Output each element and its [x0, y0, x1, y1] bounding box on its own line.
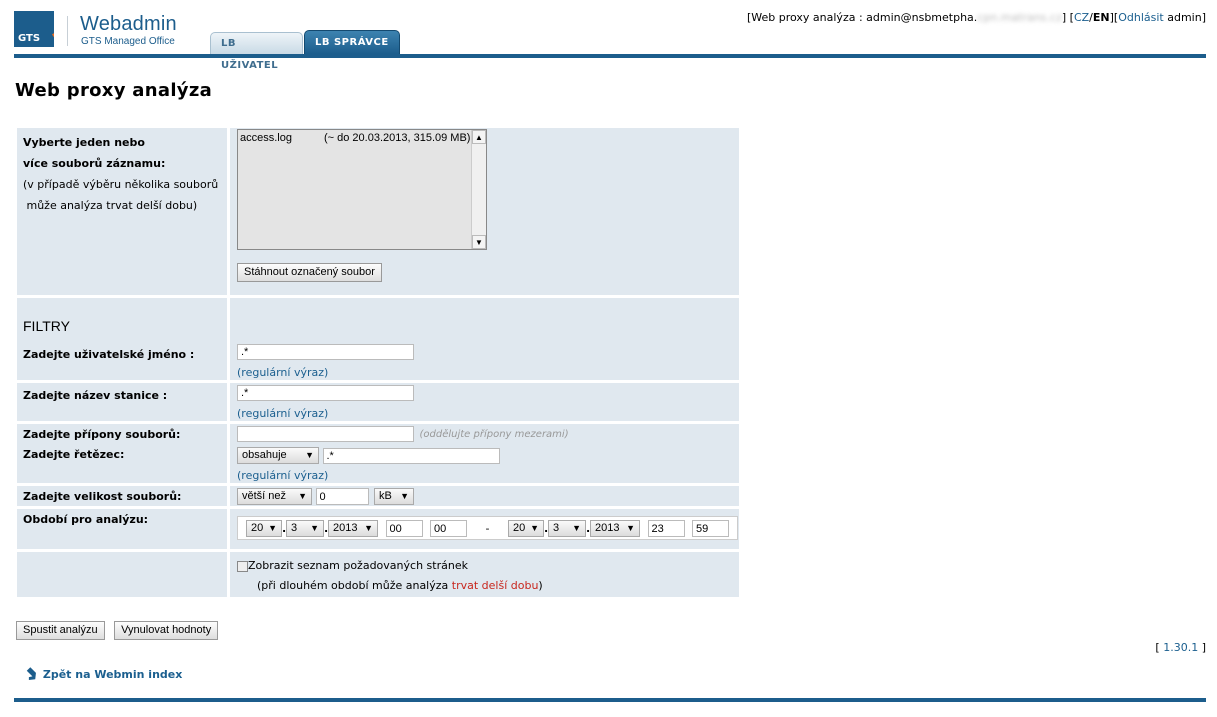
run-analysis-button[interactable]: Spustit analýzu	[16, 621, 105, 640]
to-month-value: 3	[553, 522, 560, 534]
log-file-option[interactable]: access.log (~ do 20.03.2013, 315.09 MB)	[240, 132, 472, 144]
username-regex-note: (regulární výraz)	[237, 366, 329, 379]
to-day-select[interactable]: 20 ▼	[508, 520, 544, 537]
string-label: Zadejte řetězec:	[17, 444, 230, 486]
tab-lb-spravce[interactable]: LB SPRÁVCE	[304, 30, 400, 54]
reset-values-button[interactable]: Vynulovat hodnoty	[114, 621, 219, 640]
from-day-value: 20	[251, 522, 264, 534]
scroll-up-arrow-icon[interactable]: ▲	[472, 130, 486, 144]
to-hour-input[interactable]	[647, 520, 685, 537]
lang-cz-link[interactable]: CZ	[1074, 11, 1089, 24]
chevron-down-icon: ▼	[530, 523, 539, 533]
page-title: Web proxy analýza	[15, 80, 213, 101]
station-label: Zadejte název stanice :	[17, 383, 230, 424]
scroll-down-arrow-icon[interactable]: ▼	[472, 235, 486, 249]
to-year-select[interactable]: 2013 ▼	[590, 520, 640, 537]
log-file-name: access.log	[240, 132, 292, 144]
from-hour-input[interactable]	[385, 520, 423, 537]
size-unit-select[interactable]: kB ▼	[374, 488, 414, 505]
logs-note-line1: (v případě výběru několika souborů	[23, 178, 219, 191]
tab-lb-uzivatel[interactable]: LB UŽIVATEL	[210, 32, 303, 71]
from-year-value: 2013	[333, 522, 358, 534]
show-pages-label: Zobrazit seznam požadovaných stránek	[248, 559, 468, 572]
version-label: [ 1.30.1 ]	[1155, 641, 1206, 654]
back-to-webmin-link[interactable]: Zpět na Webmin index	[43, 668, 182, 681]
logs-label-line1: Vyberte jeden nebo	[23, 136, 145, 149]
filters-heading: FILTRY	[23, 318, 70, 334]
chevron-down-icon: ▼	[364, 523, 373, 533]
back-to-index[interactable]: Zpět na Webmin index	[23, 667, 182, 683]
to-year-value: 2013	[595, 522, 620, 534]
chevron-down-icon: ▼	[626, 523, 635, 533]
from-year-select[interactable]: 2013 ▼	[328, 520, 378, 537]
logout-link[interactable]: Odhlásit	[1118, 11, 1164, 24]
from-minute-input[interactable]	[430, 520, 467, 537]
from-month-value: 3	[291, 522, 298, 534]
show-pages-note-end: )	[538, 579, 543, 592]
logs-note-line2: může analýza trvat delší dobu)	[23, 199, 198, 212]
to-month-select[interactable]: 3 ▼	[548, 520, 586, 537]
log-file-info: (~ do 20.03.2013, 315.09 MB)	[324, 132, 471, 144]
chevron-down-icon: ▼	[298, 491, 307, 501]
from-month-select[interactable]: 3 ▼	[286, 520, 324, 537]
listbox-scrollbar[interactable]: ▲ ▼	[471, 130, 486, 249]
size-unit-value: kB	[379, 490, 392, 502]
extensions-input[interactable]	[237, 426, 414, 442]
webadmin-logo: GTS Webadmin GTS Managed Office	[14, 11, 186, 49]
show-pages-note-warning: trvat delší dobu	[451, 579, 539, 592]
size-mode-select[interactable]: větší než ▼	[237, 488, 312, 505]
to-minute-input[interactable]	[692, 520, 729, 537]
user-info-prefix: [Web proxy analýza : admin@nsbmetpha.	[746, 11, 978, 24]
username-input[interactable]	[237, 344, 414, 360]
chevron-down-icon: ▼	[305, 450, 314, 460]
string-input[interactable]	[322, 447, 500, 464]
analysis-form: Vyberte jeden nebo více souborů záznamu:…	[17, 128, 739, 597]
to-day-value: 20	[513, 522, 526, 534]
user-name: admin]	[1163, 11, 1206, 24]
period-label: Období pro analýzu:	[17, 509, 230, 552]
from-day-select[interactable]: 20 ▼	[246, 520, 282, 537]
lang-en-current: EN	[1092, 11, 1110, 24]
chevron-down-icon: ▼	[572, 523, 581, 533]
extensions-label: Zadejte přípony souborů:	[17, 424, 230, 444]
logo-title: Webadmin	[80, 13, 177, 35]
logs-label-line2: více souborů záznamu:	[23, 157, 166, 170]
size-input[interactable]	[315, 488, 369, 505]
username-label: Zadejte uživatelské jméno :	[17, 342, 230, 383]
chevron-down-icon: ▼	[310, 523, 319, 533]
version-close: ]	[1198, 641, 1206, 654]
station-input[interactable]	[237, 385, 414, 401]
string-mode-select[interactable]: obsahuje ▼	[237, 447, 319, 464]
footer-divider-bar	[14, 698, 1206, 702]
station-regex-note: (regulární výraz)	[237, 407, 329, 420]
string-mode-value: obsahuje	[242, 449, 287, 461]
show-pages-note: (při dlouhém období může analýza	[257, 579, 452, 592]
form-actions: Spustit analýzu Vynulovat hodnoty	[16, 621, 219, 640]
log-file-listbox[interactable]: access.log (~ do 20.03.2013, 315.09 MB) …	[237, 129, 487, 250]
chevron-down-icon: ▼	[400, 491, 409, 501]
back-arrow-icon	[26, 667, 36, 680]
chevron-down-icon: ▼	[268, 523, 277, 533]
show-pages-checkbox[interactable]	[237, 560, 248, 572]
string-regex-note: (regulární výraz)	[237, 469, 329, 482]
logo-badge-text: GTS	[18, 33, 41, 44]
download-selected-button[interactable]: Stáhnout označený soubor	[237, 263, 382, 282]
user-info-hidden-domain: cpn.matrans.cz	[977, 11, 1062, 24]
header-divider-bar	[14, 54, 1206, 58]
size-mode-value: větší než	[242, 490, 287, 502]
size-label: Zadejte velikost souborů:	[17, 486, 230, 509]
logo-subtitle: GTS Managed Office	[81, 36, 175, 47]
gts-logo-badge: GTS	[14, 11, 54, 47]
extensions-hint: (oddělujte přípony mezerami)	[419, 429, 569, 440]
user-info: [Web proxy analýza : admin@nsbmetpha.cpn…	[747, 11, 1206, 24]
user-info-sep2: ][	[1109, 11, 1119, 24]
version-link[interactable]: 1.30.1	[1163, 641, 1198, 654]
user-info-sep: ] [	[1061, 11, 1074, 24]
period-dash: -	[485, 522, 490, 535]
logo-divider	[67, 16, 68, 46]
period-picker: 20▼.3▼.2013▼ - 20▼.3▼.2013▼	[237, 516, 738, 540]
